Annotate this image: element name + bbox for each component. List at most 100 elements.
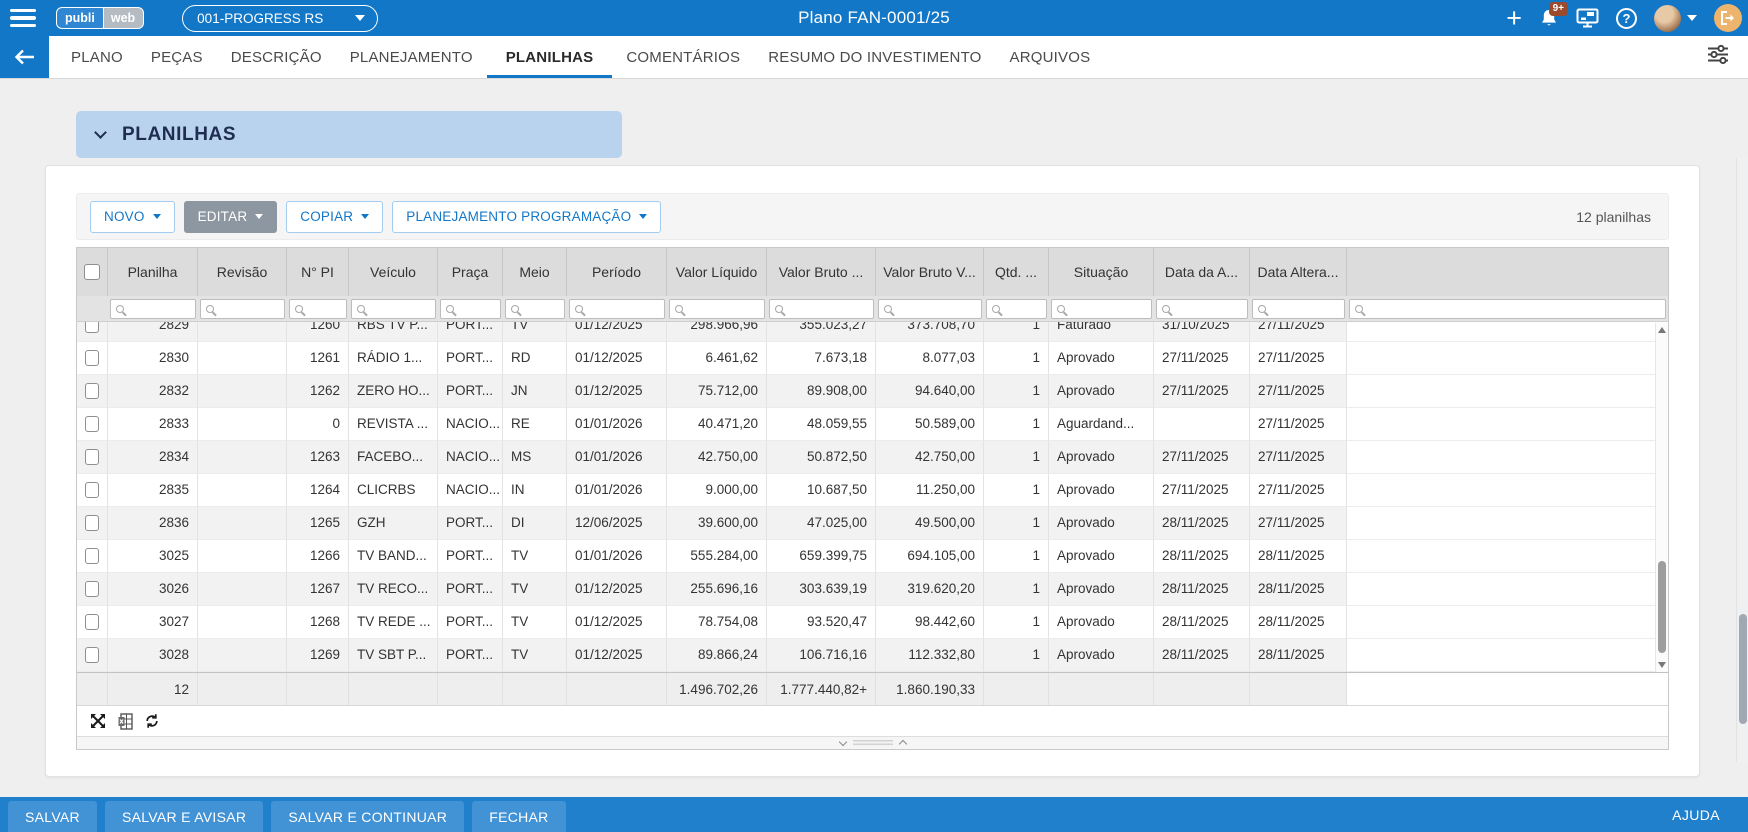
- cell-revisao[interactable]: [198, 322, 287, 342]
- row-checkbox[interactable]: [85, 614, 99, 630]
- filter-input-praca[interactable]: [440, 299, 501, 319]
- cell-periodo[interactable]: 12/06/2025: [567, 507, 667, 540]
- grid-vertical-scrollbar[interactable]: [1655, 323, 1668, 672]
- footer-button-fechar[interactable]: FECHAR: [472, 801, 565, 832]
- hamburger-menu-icon[interactable]: [10, 9, 40, 28]
- cell-n_pi[interactable]: 1266: [287, 540, 349, 573]
- cell-n_pi[interactable]: 1264: [287, 474, 349, 507]
- cell-meio[interactable]: RD: [503, 342, 567, 375]
- cell-valor_liquido[interactable]: 40.471,20: [667, 408, 767, 441]
- user-menu[interactable]: [1654, 5, 1697, 32]
- cell-valor_bruto[interactable]: 93.520,47: [767, 606, 876, 639]
- cell-valor_bruto_v[interactable]: 50.589,00: [876, 408, 984, 441]
- row-checkbox[interactable]: [85, 515, 99, 531]
- cell-meio[interactable]: JN: [503, 375, 567, 408]
- row-checkbox[interactable]: [85, 416, 99, 432]
- cell-periodo[interactable]: 01/01/2026: [567, 408, 667, 441]
- cell-valor_liquido[interactable]: 6.461,62: [667, 342, 767, 375]
- cell-praca[interactable]: PORT...: [438, 639, 503, 672]
- row-checkbox[interactable]: [85, 350, 99, 366]
- cell-qtd[interactable]: 1: [984, 408, 1049, 441]
- filter-input-valor_bruto_v[interactable]: [878, 299, 982, 319]
- row-checkbox[interactable]: [85, 383, 99, 399]
- cell-data_altera[interactable]: 27/11/2025: [1250, 375, 1347, 408]
- toolbar-button-copiar[interactable]: COPIAR: [286, 201, 383, 233]
- cell-praca[interactable]: PORT...: [438, 322, 503, 342]
- cell-valor_bruto[interactable]: 47.025,00: [767, 507, 876, 540]
- cell-qtd[interactable]: 1: [984, 639, 1049, 672]
- cell-planilha[interactable]: 3026: [108, 573, 198, 606]
- cell-situacao[interactable]: Aprovado: [1049, 342, 1154, 375]
- filter-input-n_pi[interactable]: [289, 299, 347, 319]
- cell-n_pi[interactable]: 0: [287, 408, 349, 441]
- cell-valor_bruto_v[interactable]: 694.105,00: [876, 540, 984, 573]
- page-scrollbar[interactable]: [1736, 158, 1748, 762]
- column-header-revisao[interactable]: Revisão: [198, 248, 287, 296]
- cell-periodo[interactable]: 01/12/2025: [567, 375, 667, 408]
- cell-meio[interactable]: TV: [503, 606, 567, 639]
- cell-data_altera[interactable]: 27/11/2025: [1250, 441, 1347, 474]
- cell-valor_bruto[interactable]: 89.908,00: [767, 375, 876, 408]
- table-row[interactable]: 30281269TV SBT P...PORT...TV01/12/202589…: [77, 639, 1668, 672]
- cell-n_pi[interactable]: 1267: [287, 573, 349, 606]
- company-select[interactable]: 001-PROGRESS RS: [182, 5, 378, 32]
- cell-periodo[interactable]: 01/12/2025: [567, 606, 667, 639]
- cell-n_pi[interactable]: 1260: [287, 322, 349, 342]
- scrollbar-thumb[interactable]: [1658, 561, 1666, 653]
- tab-comentarios[interactable]: COMENTÁRIOS: [612, 36, 754, 78]
- cell-valor_liquido[interactable]: 255.696,16: [667, 573, 767, 606]
- cell-planilha[interactable]: 3028: [108, 639, 198, 672]
- filter-input-veiculo[interactable]: [351, 299, 436, 319]
- cell-n_pi[interactable]: 1265: [287, 507, 349, 540]
- tab-resumo-do-investimento[interactable]: RESUMO DO INVESTIMENTO: [754, 36, 995, 78]
- toolbar-button-editar[interactable]: EDITAR: [184, 201, 278, 233]
- cell-praca[interactable]: PORT...: [438, 540, 503, 573]
- cell-situacao[interactable]: Aprovado: [1049, 507, 1154, 540]
- table-row[interactable]: 30261267TV RECO...PORT...TV01/12/2025255…: [77, 573, 1668, 606]
- cell-praca[interactable]: PORT...: [438, 375, 503, 408]
- filter-input-situacao[interactable]: [1051, 299, 1152, 319]
- column-header-n_pi[interactable]: N° PI: [287, 248, 349, 296]
- cell-valor_bruto_v[interactable]: 373.708,70: [876, 322, 984, 342]
- cell-meio[interactable]: TV: [503, 322, 567, 342]
- cell-revisao[interactable]: [198, 408, 287, 441]
- cell-planilha[interactable]: 3027: [108, 606, 198, 639]
- cell-data_da_a[interactable]: 27/11/2025: [1154, 375, 1250, 408]
- filter-input-valor_liquido[interactable]: [669, 299, 765, 319]
- tab-pecas[interactable]: PEÇAS: [137, 36, 217, 78]
- cell-data_altera[interactable]: 27/11/2025: [1250, 342, 1347, 375]
- cell-revisao[interactable]: [198, 342, 287, 375]
- row-checkbox[interactable]: [85, 482, 99, 498]
- excel-export-icon[interactable]: [116, 712, 134, 730]
- cell-praca[interactable]: NACIO...: [438, 474, 503, 507]
- cell-situacao[interactable]: Aprovado: [1049, 540, 1154, 573]
- back-button[interactable]: [0, 36, 49, 78]
- cell-n_pi[interactable]: 1261: [287, 342, 349, 375]
- filter-input-valor_bruto[interactable]: [769, 299, 874, 319]
- table-row[interactable]: 30271268TV REDE ...PORT...TV01/12/202578…: [77, 606, 1668, 639]
- cell-revisao[interactable]: [198, 606, 287, 639]
- row-checkbox[interactable]: [85, 581, 99, 597]
- filter-input-periodo[interactable]: [569, 299, 665, 319]
- cell-valor_liquido[interactable]: 555.284,00: [667, 540, 767, 573]
- cell-qtd[interactable]: 1: [984, 474, 1049, 507]
- cell-periodo[interactable]: 01/01/2026: [567, 441, 667, 474]
- cell-situacao[interactable]: Aprovado: [1049, 573, 1154, 606]
- cell-situacao[interactable]: Aprovado: [1049, 375, 1154, 408]
- cell-qtd[interactable]: 1: [984, 606, 1049, 639]
- column-header-data_altera[interactable]: Data Altera...: [1250, 248, 1347, 296]
- cell-periodo[interactable]: 01/12/2025: [567, 322, 667, 342]
- cell-valor_bruto_v[interactable]: 42.750,00: [876, 441, 984, 474]
- cell-data_altera[interactable]: 28/11/2025: [1250, 639, 1347, 672]
- logout-icon[interactable]: [1714, 4, 1742, 32]
- cell-meio[interactable]: RE: [503, 408, 567, 441]
- column-header-veiculo[interactable]: Veículo: [349, 248, 438, 296]
- filter-input-filler[interactable]: [1349, 299, 1666, 319]
- avatar[interactable]: [1654, 5, 1681, 32]
- tab-arquivos[interactable]: ARQUIVOS: [996, 36, 1105, 78]
- cell-valor_liquido[interactable]: 9.000,00: [667, 474, 767, 507]
- cell-valor_bruto[interactable]: 355.023,27: [767, 322, 876, 342]
- cell-revisao[interactable]: [198, 507, 287, 540]
- cell-planilha[interactable]: 2833: [108, 408, 198, 441]
- cell-qtd[interactable]: 1: [984, 441, 1049, 474]
